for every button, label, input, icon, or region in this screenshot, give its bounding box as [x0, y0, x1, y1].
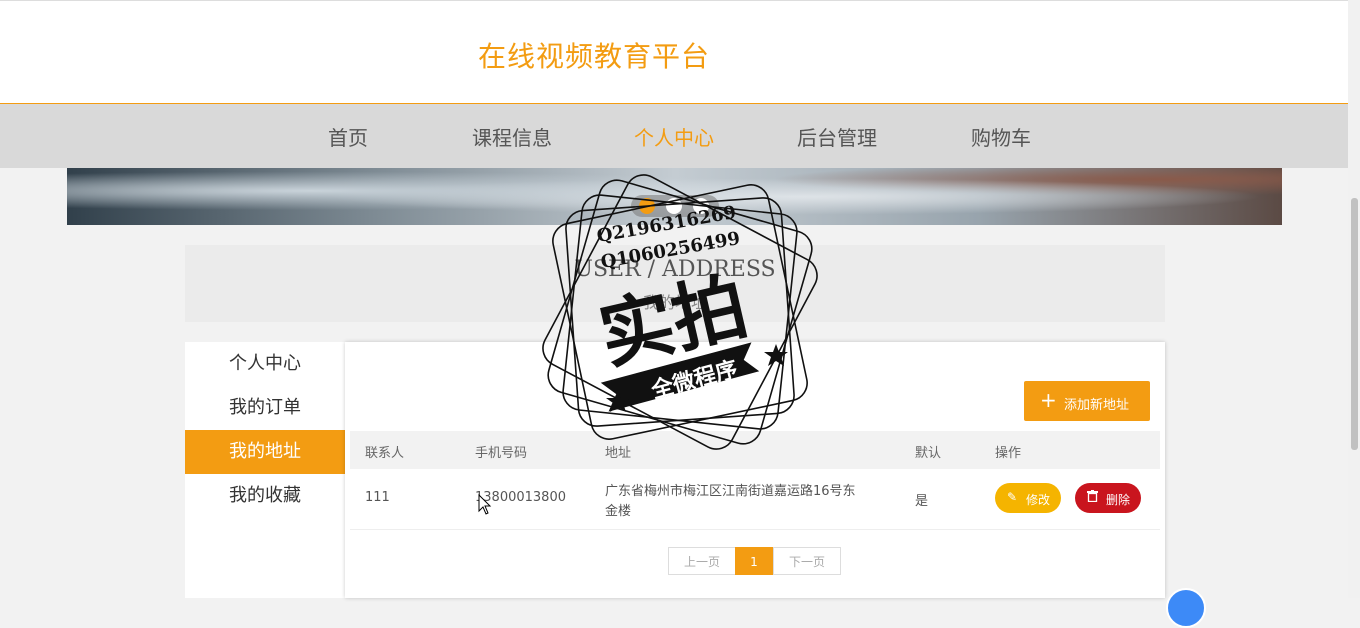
pencil-icon: ✎: [1007, 490, 1018, 504]
column-header-address: 地址: [605, 446, 632, 461]
table-row: 111 13800013800 广东省梅州市梅江区江南街道嘉运路16号东 金楼 …: [350, 469, 1160, 530]
next-page-button[interactable]: 下一页: [773, 547, 841, 575]
top-header: 在线视频教育平台: [0, 0, 1348, 105]
cell-default: 是: [915, 494, 929, 509]
nav-item-courses[interactable]: 课程信息: [472, 122, 552, 151]
address-panel: + 添加新地址 联系人 手机号码 地址 默认 操作 111 1380001380…: [345, 342, 1165, 598]
column-header-actions: 操作: [995, 446, 1022, 461]
sidebar-item-label: 个人中心: [229, 353, 301, 374]
sidebar-item-personal-center[interactable]: 个人中心: [185, 342, 345, 386]
main-nav: 首页 课程信息 个人中心 后台管理 购物车: [0, 104, 1348, 168]
table-header: 联系人 手机号码 地址 默认 操作: [350, 431, 1160, 469]
sidebar-item-address[interactable]: 我的地址: [185, 430, 345, 474]
edit-button[interactable]: ✎ 修改: [995, 483, 1061, 513]
sidebar: 个人中心 我的订单 我的地址 我的收藏: [185, 342, 345, 598]
delete-button[interactable]: 删除: [1075, 483, 1141, 513]
add-address-button[interactable]: + 添加新地址: [1024, 381, 1150, 421]
sidebar-item-label: 我的订单: [229, 397, 301, 418]
delete-button-label: 删除: [1106, 493, 1131, 507]
column-header-contact: 联系人: [365, 446, 405, 461]
nav-item-personal-center[interactable]: 个人中心: [634, 122, 714, 151]
sidebar-item-orders[interactable]: 我的订单: [185, 386, 345, 430]
sidebar-item-favorites[interactable]: 我的收藏: [185, 474, 345, 518]
trash-icon: [1087, 490, 1098, 505]
prev-page-button[interactable]: 上一页: [668, 547, 736, 575]
site-title: 在线视频教育平台: [478, 40, 711, 73]
column-header-default: 默认: [915, 446, 942, 461]
edit-button-label: 修改: [1026, 493, 1051, 507]
cell-contact: 111: [365, 490, 390, 505]
floating-action-button[interactable]: [1166, 588, 1206, 628]
carousel-dot[interactable]: [639, 198, 655, 214]
nav-item-cart[interactable]: 购物车: [971, 122, 1031, 151]
nav-item-home[interactable]: 首页: [328, 122, 368, 151]
nav-item-admin[interactable]: 后台管理: [797, 122, 877, 151]
page-button-current[interactable]: 1: [735, 547, 773, 575]
plus-icon: +: [1040, 388, 1057, 412]
scrollbar-thumb[interactable]: [1351, 198, 1358, 450]
mouse-cursor-icon: [478, 494, 492, 515]
cell-address-line2: 金楼: [605, 504, 632, 519]
column-header-phone: 手机号码: [475, 446, 528, 461]
cell-address-line1: 广东省梅州市梅江区江南街道嘉运路16号东: [605, 484, 856, 499]
add-address-label: 添加新地址: [1064, 398, 1130, 413]
sidebar-item-label: 我的地址: [229, 441, 301, 462]
sidebar-item-label: 我的收藏: [229, 485, 301, 506]
